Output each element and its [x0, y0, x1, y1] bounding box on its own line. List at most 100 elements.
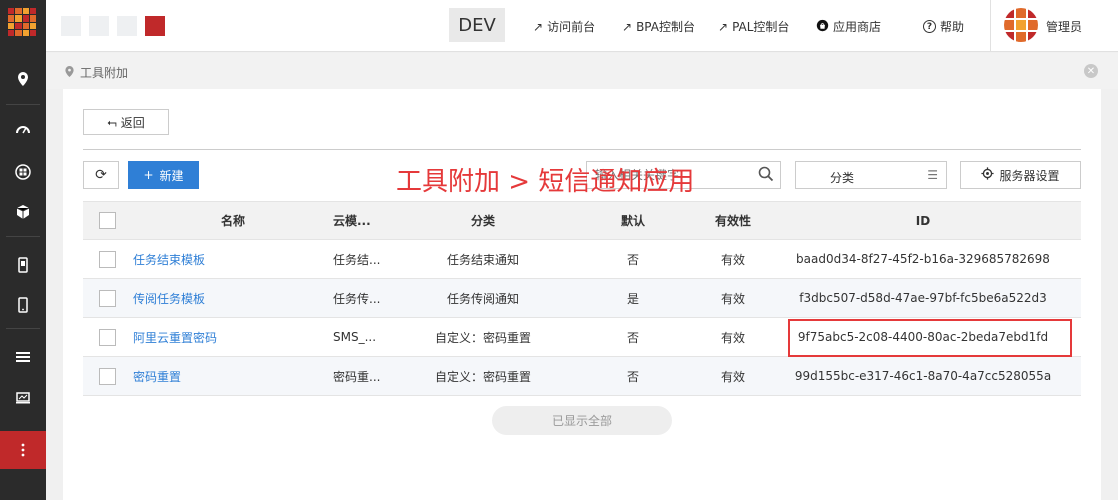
category-select[interactable]: 分类 ☰ [795, 161, 947, 189]
breadcrumb: 工具附加 [64, 64, 128, 81]
nav-divider [6, 104, 40, 105]
row-cloud: SMS_... [333, 330, 377, 344]
visit-frontend-link[interactable]: ↗ 访问前台 [533, 18, 595, 35]
header-valid[interactable]: 有效性 [703, 202, 763, 239]
row-category: 自定义：密码重置 [434, 369, 531, 384]
server-settings-button[interactable]: 服务器设置 [960, 161, 1081, 189]
environment-badge: DEV [449, 8, 505, 42]
back-label: 返回 [120, 115, 145, 130]
row-checkbox[interactable] [99, 367, 116, 385]
row-name-link[interactable]: 阿里云重置密码 [133, 318, 313, 356]
list-icon[interactable] [0, 340, 46, 374]
link-label: 帮助 [940, 20, 965, 34]
row-name-link[interactable]: 密码重置 [133, 357, 313, 395]
new-label: 新建 [159, 168, 184, 183]
cube-icon[interactable] [0, 195, 46, 229]
link-label: 应用商店 [833, 20, 882, 34]
breadcrumb-label: 工具附加 [80, 66, 129, 80]
back-button[interactable]: ⮢ 返回 [83, 109, 169, 135]
external-link-icon: ↗ [533, 19, 544, 34]
select-all-checkbox[interactable] [99, 212, 116, 229]
help-link[interactable]: ? 帮助 [923, 18, 964, 35]
table-header: 名称 云模... 分类 默认 有效性 ID [83, 201, 1081, 240]
refresh-button[interactable]: ⟳ [83, 161, 119, 189]
top-bar: DEV ↗ 访问前台 ↗ BPA控制台 ↗ PAL控制台 应用商店 ? 帮助 管… [46, 0, 1118, 52]
category-select-label: 分类 [830, 171, 855, 185]
close-tab-icon[interactable]: ✕ [1084, 64, 1098, 78]
avatar[interactable] [1004, 8, 1038, 42]
header-id[interactable]: ID [783, 202, 1063, 239]
link-label: 访问前台 [547, 20, 596, 34]
plus-icon: + [143, 168, 154, 182]
gear-icon [981, 167, 995, 183]
header-name[interactable]: 名称 [133, 202, 333, 239]
external-link-icon: ↗ [718, 19, 729, 34]
table-row[interactable]: 传阅任务模板 任务传... 任务传阅通知 是 有效 f3dbc507-d58d-… [83, 279, 1081, 318]
row-id: f3dbc507-d58d-47ae-97bf-fc5be6a522d3 [799, 291, 1047, 305]
help-icon: ? [923, 20, 936, 33]
grid-apps-icon[interactable] [0, 155, 46, 189]
user-name[interactable]: 管理员 [1046, 18, 1082, 35]
row-id: 99d155bc-e317-46c1-8a70-4a7cc528055a [794, 369, 1052, 383]
link-label: BPA控制台 [636, 20, 695, 34]
pal-console-link[interactable]: ↗ PAL控制台 [718, 18, 789, 35]
row-id: baad0d34-8f27-45f2-b16a-329685782698 [796, 252, 1050, 266]
nav-divider [6, 328, 40, 329]
toolbar-placeholder-icon[interactable] [61, 16, 81, 36]
store-icon [816, 19, 829, 35]
row-valid: 有效 [720, 369, 745, 384]
server-settings-label: 服务器设置 [999, 168, 1060, 183]
location-icon[interactable] [0, 62, 46, 96]
dashboard-icon[interactable] [0, 114, 46, 148]
row-default: 是 [626, 291, 639, 306]
location-pin-icon [64, 65, 75, 81]
device-icon[interactable] [0, 248, 46, 282]
divider [83, 149, 1081, 150]
search-icon[interactable] [758, 166, 774, 186]
header-cloud[interactable]: 云模... [333, 202, 393, 239]
toolbar-placeholder-icon[interactable] [89, 16, 109, 36]
app-store-link[interactable]: 应用商店 [816, 18, 881, 35]
row-category: 任务结束通知 [446, 252, 519, 267]
new-button[interactable]: + 新建 [128, 161, 199, 189]
header-default[interactable]: 默认 [603, 202, 663, 239]
table-row[interactable]: 密码重置 密码重... 自定义：密码重置 否 有效 99d155bc-e317-… [83, 357, 1081, 396]
show-all-button[interactable]: 已显示全部 [492, 406, 672, 435]
mobile-icon[interactable] [0, 288, 46, 322]
monitor-icon[interactable] [0, 381, 46, 415]
row-checkbox[interactable] [99, 289, 116, 307]
bpa-console-link[interactable]: ↗ BPA控制台 [622, 18, 695, 35]
row-name-link[interactable]: 任务结束模板 [133, 240, 313, 278]
select-all-cell [99, 202, 119, 239]
row-checkbox-cell [99, 318, 119, 356]
link-label: PAL控制台 [732, 20, 790, 34]
refresh-icon: ⟳ [95, 167, 107, 183]
row-id: 9f75abc5-2c08-4400-80ac-2beda7ebd1fd [797, 330, 1049, 344]
table-row[interactable]: 任务结束模板 任务结... 任务结束通知 否 有效 baad0d34-8f27-… [83, 240, 1081, 279]
more-menu-icon[interactable] [0, 431, 46, 469]
nav-divider [6, 236, 40, 237]
row-checkbox[interactable] [99, 250, 116, 268]
header-category[interactable]: 分类 [413, 202, 553, 239]
brand-square-icon[interactable] [145, 16, 165, 36]
app-logo[interactable] [8, 8, 36, 36]
table-row[interactable]: 阿里云重置密码 SMS_... 自定义：密码重置 否 有效 9f75abc5-2… [83, 318, 1081, 357]
row-cloud: 任务传... [333, 291, 381, 306]
row-valid: 有效 [720, 252, 745, 267]
row-checkbox-cell [99, 279, 119, 317]
row-default: 否 [626, 369, 639, 384]
divider [990, 0, 991, 52]
row-default: 否 [626, 330, 639, 345]
row-name-link[interactable]: 传阅任务模板 [133, 279, 313, 317]
template-table: 名称 云模... 分类 默认 有效性 ID 任务结束模板 任务结... 任务结束… [83, 201, 1081, 396]
return-arrow-icon: ⮢ [107, 114, 117, 129]
row-category: 自定义：密码重置 [434, 330, 531, 345]
row-checkbox[interactable] [99, 328, 116, 346]
list-icon: ☰ [927, 168, 938, 182]
breadcrumb-bar: 工具附加 ✕ [46, 53, 1118, 89]
row-cloud: 任务结... [333, 252, 381, 267]
external-link-icon: ↗ [622, 19, 633, 34]
row-category: 任务传阅通知 [446, 291, 519, 306]
row-default: 否 [626, 252, 639, 267]
toolbar-placeholder-icon[interactable] [117, 16, 137, 36]
